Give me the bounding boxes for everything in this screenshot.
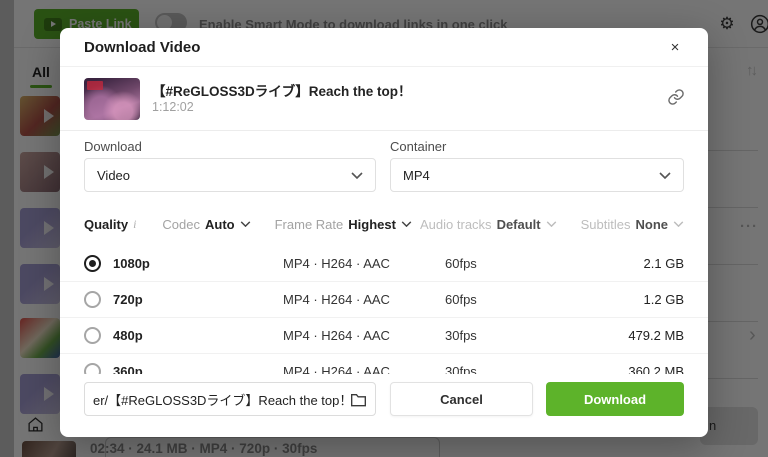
cancel-button[interactable]: Cancel: [390, 382, 533, 416]
divider: [60, 66, 708, 67]
quality-size: 1.2 GB: [643, 292, 684, 307]
radio-button[interactable]: [84, 327, 101, 344]
codec-dropdown[interactable]: Codec Auto: [162, 217, 250, 232]
quality-fps: 60fps: [445, 292, 477, 307]
folder-icon[interactable]: [350, 392, 367, 407]
format-options-row: Quality i Codec Auto Frame Rate Highest …: [84, 214, 684, 234]
close-icon[interactable]: ×: [664, 37, 686, 59]
chevron-down-icon: [659, 171, 671, 179]
quality-codec: MP4 · H264 · AAC: [283, 328, 390, 343]
quality-codec: MP4 · H264 · AAC: [283, 292, 390, 307]
dialog-title: Download Video: [84, 39, 201, 56]
quality-resolution: 1080p: [113, 256, 150, 271]
quality-resolution: 360p: [113, 364, 143, 374]
container-field-label: Container: [390, 139, 447, 154]
chevron-down-icon: [673, 221, 684, 227]
quality-size: 2.1 GB: [643, 256, 684, 271]
radio-button[interactable]: [84, 363, 101, 374]
audio-tracks-dropdown[interactable]: Audio tracks Default: [420, 217, 557, 232]
chevron-down-icon: [546, 221, 557, 227]
quality-resolution: 480p: [113, 328, 143, 343]
quality-row[interactable]: 480p MP4 · H264 · AAC 30fps 479.2 MB: [60, 318, 708, 354]
quality-header: Quality i: [84, 217, 136, 232]
quality-resolution: 720p: [113, 292, 143, 307]
quality-row[interactable]: 720p MP4 · H264 · AAC 60fps 1.2 GB: [60, 282, 708, 318]
container-select[interactable]: MP4: [390, 158, 684, 192]
quality-size: 479.2 MB: [628, 328, 684, 343]
info-icon[interactable]: i: [133, 217, 136, 232]
container-value: MP4: [403, 167, 430, 183]
download-button[interactable]: Download: [546, 382, 684, 416]
quality-codec: MP4 · H264 · AAC: [283, 364, 390, 374]
quality-row[interactable]: 360p MP4 · H264 · AAC 30fps 360.2 MB: [60, 354, 708, 374]
filename-field: [84, 382, 376, 416]
framerate-dropdown[interactable]: Frame Rate Highest: [275, 217, 412, 232]
chevron-down-icon: [351, 171, 363, 179]
radio-button[interactable]: [84, 291, 101, 308]
quality-fps: 60fps: [445, 256, 477, 271]
quality-size: 360.2 MB: [628, 364, 684, 374]
quality-codec: MP4 · H264 · AAC: [283, 256, 390, 271]
divider: [60, 130, 708, 131]
download-video-dialog: Download Video × 【#ReGLOSS3Dライブ】Reach th…: [60, 28, 708, 437]
quality-row[interactable]: 1080p MP4 · H264 · AAC 60fps 2.1 GB: [60, 246, 708, 282]
download-type-select[interactable]: Video: [84, 158, 376, 192]
quality-list: 1080p MP4 · H264 · AAC 60fps 2.1 GB 720p…: [60, 246, 708, 374]
radio-button[interactable]: [84, 255, 101, 272]
quality-fps: 30fps: [445, 364, 477, 374]
subtitles-dropdown[interactable]: Subtitles None: [581, 217, 684, 232]
download-field-label: Download: [84, 139, 142, 154]
video-title: 【#ReGLOSS3Dライブ】Reach the top！: [152, 84, 412, 99]
download-type-value: Video: [97, 167, 131, 183]
chevron-down-icon: [240, 221, 251, 227]
quality-fps: 30fps: [445, 328, 477, 343]
copy-link-icon[interactable]: [667, 88, 685, 106]
filename-input[interactable]: [93, 391, 344, 407]
video-thumbnail: [84, 78, 140, 120]
quality-label: Quality: [84, 216, 129, 232]
video-duration: 1:12:02: [152, 100, 194, 114]
app-window: Paste Link Enable Smart Mode to download…: [0, 0, 768, 457]
chevron-down-icon: [401, 221, 412, 227]
